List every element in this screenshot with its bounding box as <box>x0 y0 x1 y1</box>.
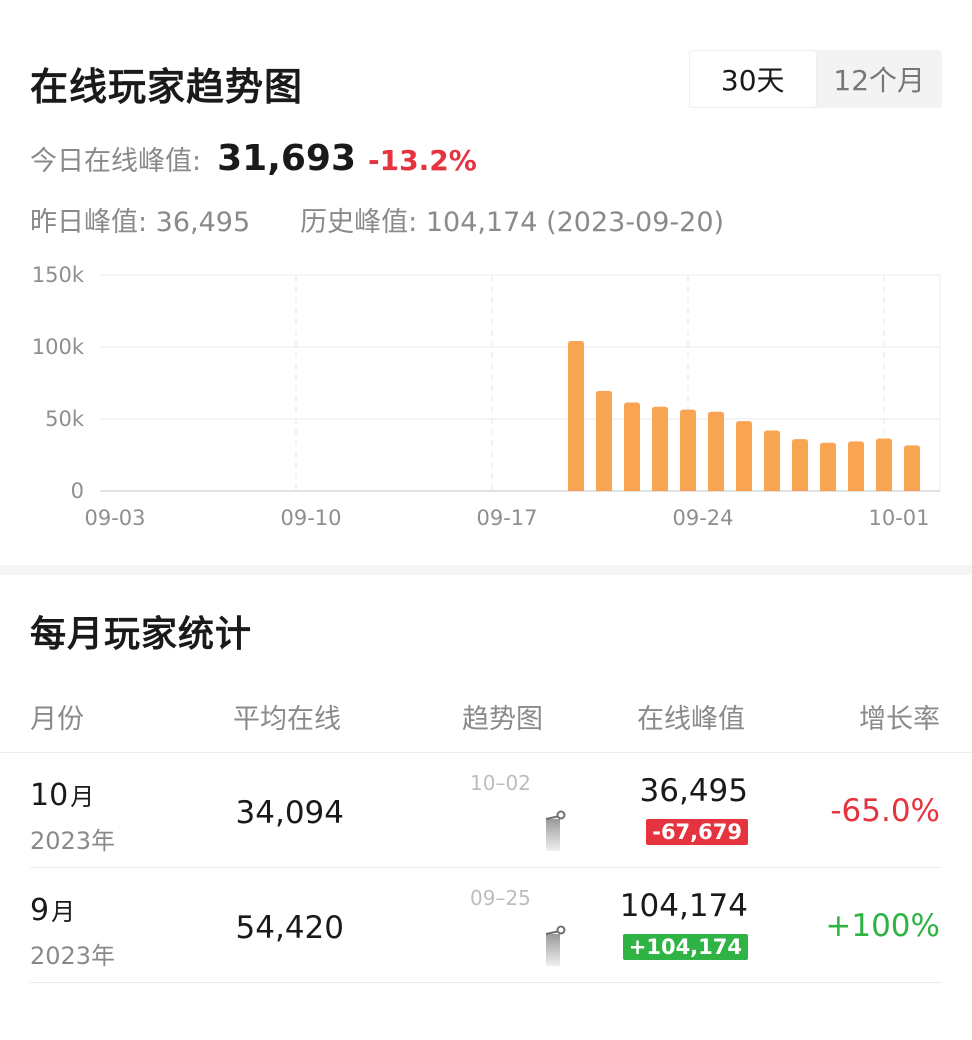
header-trend: 趋势图 <box>462 704 543 735</box>
sparkline-date: 10–02 <box>470 771 531 795</box>
x-tick-label: 10-01 <box>868 506 929 530</box>
table-header: 月份 平均在线 趋势图 在线峰值 增长率 <box>0 675 972 753</box>
sparkline <box>545 925 566 966</box>
month-unit: 月 <box>51 898 76 926</box>
y-tick-label: 100k <box>32 335 85 359</box>
section-divider <box>0 565 972 575</box>
table-row[interactable]: 10月 2023年 34,094 10–02 36,495 -67,679 -6… <box>30 753 942 868</box>
sparkline-date: 09–25 <box>470 886 531 910</box>
x-tick-label: 09-24 <box>672 506 733 530</box>
bar <box>904 445 920 491</box>
bar <box>624 402 640 491</box>
bar <box>680 409 696 491</box>
online-players-bar-chart: 0 50k 100k 150k 09-03 09-10 09-17 09-24 10-01 <box>32 263 941 530</box>
bar <box>596 390 612 491</box>
growth-rate-cell: +100% <box>825 908 940 944</box>
peak-cell: 104,174 <box>619 888 748 924</box>
bar <box>848 441 864 491</box>
bar <box>792 439 808 491</box>
year-cell: 2023年 <box>30 827 116 855</box>
range-toggle: 30天 12个月 <box>689 50 942 108</box>
sparkline <box>545 810 566 851</box>
month-number: 10 <box>30 778 69 813</box>
month-unit: 月 <box>70 783 95 811</box>
today-peak-row: 今日在线峰值: 31,693 -13.2% <box>30 138 477 179</box>
monthly-section: 每月玩家统计 月份 平均在线 趋势图 在线峰值 增长率 10月 2023年 34… <box>0 575 972 1040</box>
month-cell: 9月 <box>30 892 75 928</box>
table-row[interactable]: 9月 2023年 54,420 09–25 104,174 +104,174 +… <box>30 868 942 983</box>
monthly-title: 每月玩家统计 <box>30 614 253 655</box>
month-cell: 10月 <box>30 777 94 813</box>
today-peak-value: 31,693 <box>217 138 357 179</box>
trend-section: 在线玩家趋势图 30天 12个月 今日在线峰值: 31,693 -13.2% 昨… <box>0 0 972 565</box>
peak-stats-row: 昨日峰值: 36,495 历史峰值: 104,174 (2023-09-20) <box>30 200 724 239</box>
x-tick-label: 09-17 <box>476 506 537 530</box>
header-avg: 平均在线 <box>233 704 341 735</box>
peak-cell: 36,495 <box>639 773 748 809</box>
today-peak-label: 今日在线峰值: <box>30 146 202 177</box>
peak-delta-badge: +104,174 <box>622 934 748 960</box>
sparkline-area <box>546 934 560 966</box>
bar <box>876 438 892 491</box>
bar <box>820 442 836 491</box>
sparkline-dot <box>556 925 566 935</box>
bar <box>652 406 668 491</box>
x-tick-label: 09-03 <box>84 506 145 530</box>
range-12-months-button[interactable]: 12个月 <box>817 50 943 108</box>
peak-delta-badge: -67,679 <box>646 819 748 845</box>
y-tick-label: 50k <box>45 407 85 431</box>
bar <box>736 421 752 491</box>
header-peak: 在线峰值 <box>637 704 745 735</box>
avg-online-cell: 34,094 <box>235 795 344 831</box>
sparkline-dot <box>556 810 566 820</box>
range-30-days-button[interactable]: 30天 <box>689 50 817 108</box>
bar <box>568 340 584 491</box>
header-growth: 增长率 <box>859 704 940 735</box>
y-tick-label: 150k <box>32 263 85 287</box>
month-number: 9 <box>30 893 50 928</box>
trend-title: 在线玩家趋势图 <box>30 65 304 109</box>
x-tick-label: 09-10 <box>280 506 341 530</box>
bar <box>708 411 724 491</box>
bar <box>764 430 780 491</box>
history-peak: 历史峰值: 104,174 (2023-09-20) <box>300 207 725 238</box>
header-month: 月份 <box>30 704 84 735</box>
today-peak-change: -13.2% <box>368 144 477 177</box>
y-tick-label: 0 <box>71 479 84 503</box>
year-cell: 2023年 <box>30 942 116 970</box>
yesterday-peak: 昨日峰值: 36,495 <box>30 207 251 238</box>
avg-online-cell: 54,420 <box>235 910 344 946</box>
sparkline-area <box>546 819 560 851</box>
growth-rate-cell: -65.0% <box>830 793 940 829</box>
